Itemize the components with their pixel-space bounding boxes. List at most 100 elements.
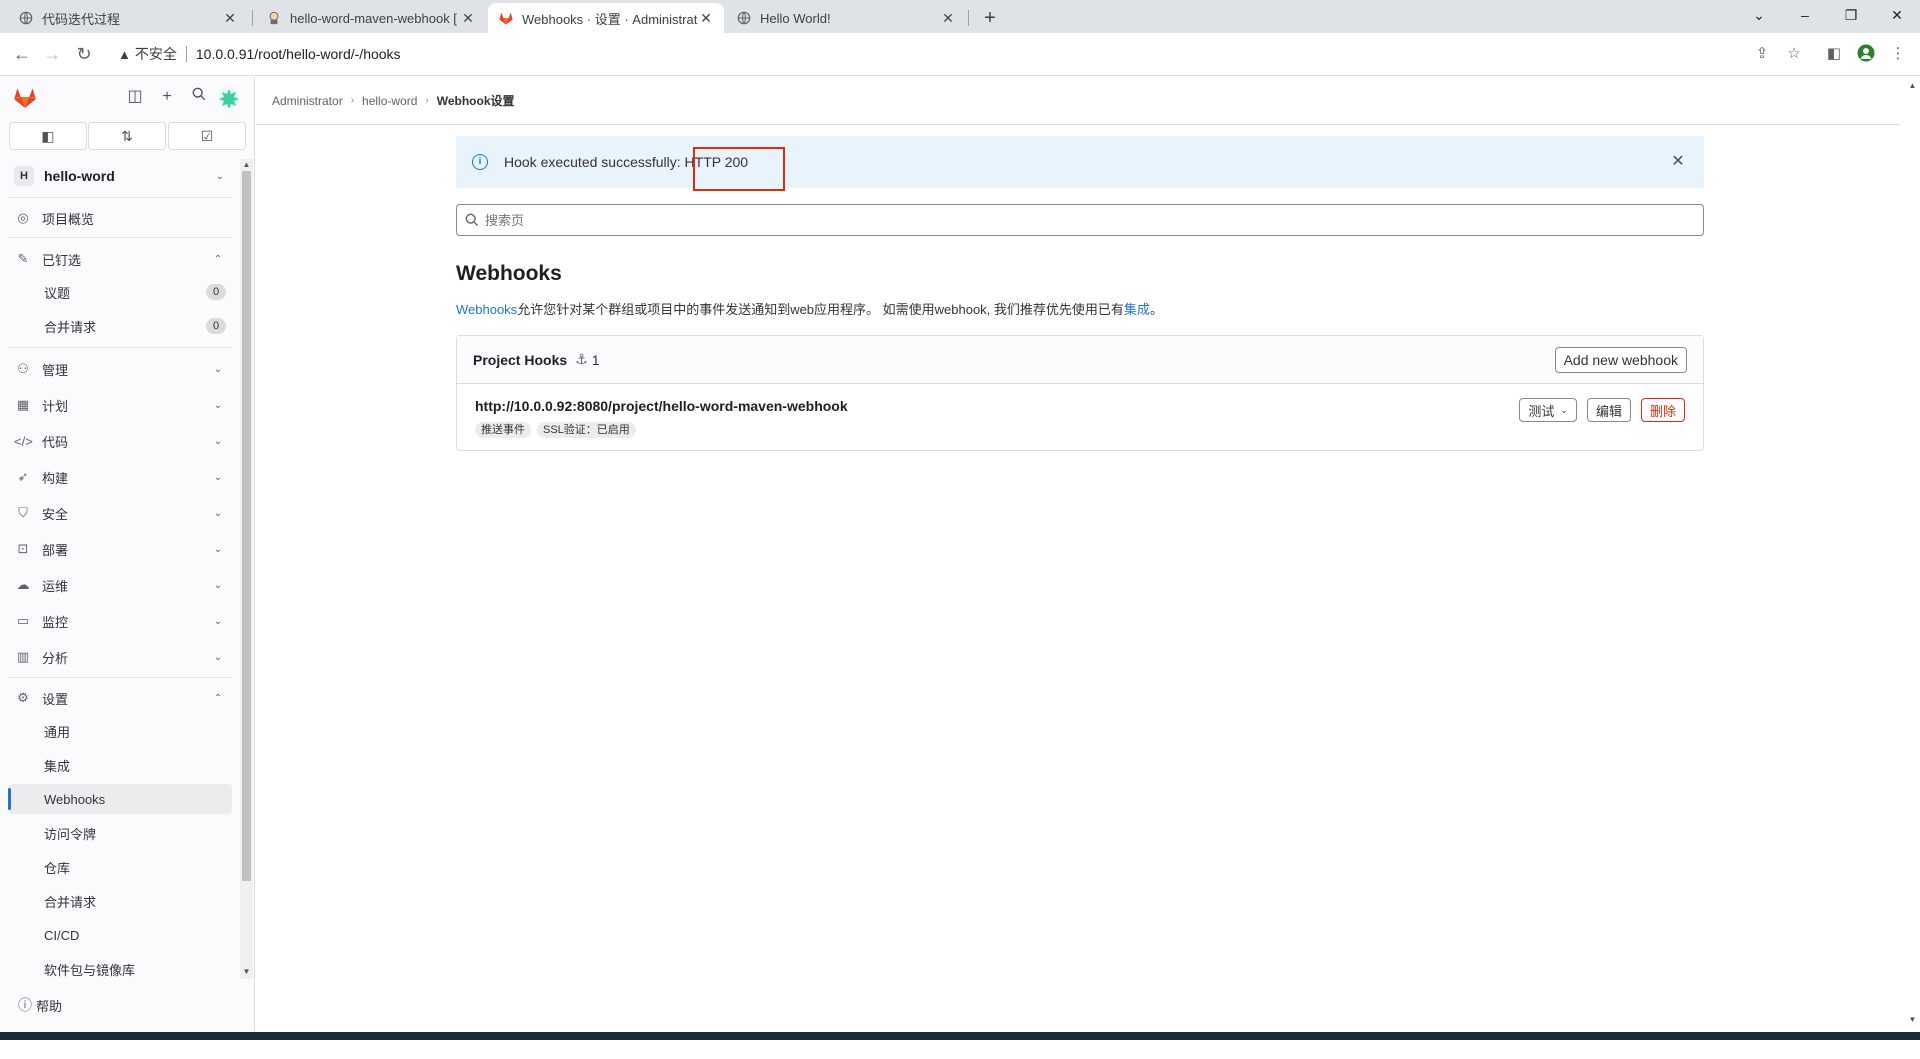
webhook-row: http://10.0.0.92:8080/project/hello-word… [457,384,1703,450]
sidebar-item-pinned-merge-requests[interactable]: 合并请求 0 [8,311,232,341]
browser-tab-3[interactable]: Webhooks · 设置 · Administrat ✕ [488,3,724,33]
breadcrumb-item[interactable]: hello-word [362,94,417,108]
delete-webhook-button[interactable]: 删除 [1640,398,1685,422]
tab-close-icon[interactable]: ✕ [940,10,956,27]
edit-webhook-button[interactable]: 编辑 [1586,398,1631,422]
breadcrumb: Administrator › hello-word › Webhook设置 [272,92,515,109]
sidebar-item-settings-access-tokens[interactable]: 访问令牌 [8,818,232,848]
sidebar-item-analyze[interactable]: ▥ 分析 ⌄ [8,641,232,673]
window-close-icon[interactable]: ✕ [1874,0,1920,30]
restore-icon[interactable]: ❐ [1828,0,1874,30]
tab-close-icon[interactable]: ✕ [460,10,476,27]
url-text[interactable]: 10.0.0.91/root/hello-word/-/hooks [196,46,401,62]
globe-icon [736,10,752,26]
address-bar: ← → ↻ ▲ 不安全 10.0.0.91/root/hello-word/-/… [0,33,1920,76]
browser-tab-4[interactable]: Hello World! ✕ [726,3,966,33]
toggle-sidebar-icon[interactable]: ◫ [124,86,146,108]
warning-icon[interactable]: ▲ [118,47,131,62]
gitlab-logo-icon[interactable] [12,84,38,110]
sidebar-item-label: Webhooks [44,791,106,807]
sidebar-item-settings-merge-requests[interactable]: 合并请求 [8,886,232,916]
integrations-link[interactable]: 集成 [1124,302,1150,317]
page-description: Webhooks允许您针对某个群组或项目中的事件发送通知到web应用程序。 如需… [456,299,1163,318]
sidebar-nav: H hello-word ⌄ ◎ 项目概览 ✎ 已钉选 ⌃ 议题 0 合并请求 … [0,159,237,1059]
scroll-up-icon[interactable]: ▲ [242,160,251,170]
sidebar-item-project-overview[interactable]: ◎ 项目概览 [8,202,232,234]
tab-close-icon[interactable]: ✕ [698,10,714,27]
sidebar-item-settings-packages[interactable]: 软件包与镜像库 [8,954,232,984]
sidebar-scrollbar-thumb[interactable] [242,171,251,881]
scroll-down-icon[interactable]: ▼ [242,967,251,977]
sidebar-divider [8,347,232,348]
sidebar-item-label: 仓库 [44,860,71,876]
sidebar-item-settings[interactable]: ⚙ 设置 ⌃ [8,682,232,714]
search-input[interactable] [485,212,1703,228]
trigger-badge: 推送事件 [475,422,531,438]
new-tab-button[interactable]: + [976,5,1004,31]
sidebar-item-deploy[interactable]: ⊡ 部署 ⌄ [8,533,232,565]
side-panel-icon[interactable]: ◧ [1824,44,1844,64]
scroll-down-icon[interactable]: ▼ [1908,1015,1917,1025]
sidebar-item-build[interactable]: ➶ 构建 ⌄ [8,461,232,493]
sidebar-item-operate[interactable]: ☁ 运维 ⌄ [8,569,232,601]
sidebar-item-monitor[interactable]: ▭ 监控 ⌄ [8,605,232,637]
scroll-up-icon[interactable]: ▲ [1908,81,1917,91]
help-icon: ⓘ [18,997,32,1013]
close-icon[interactable]: ✕ [1668,152,1688,172]
sidebar-scrollbar[interactable]: ▲ ▼ [240,159,253,979]
hook-icon: ⚓ [575,351,588,367]
page-scrollbar[interactable]: ▲ ▼ [1904,77,1920,1032]
sidebar-item-settings-repository[interactable]: 仓库 [8,852,232,882]
sidebar-item-pinned-issues[interactable]: 议题 0 [8,277,232,307]
share-icon[interactable]: ⇪ [1752,44,1772,64]
breadcrumb-current[interactable]: Webhook设置 [437,92,515,109]
search-icon[interactable] [188,86,210,108]
test-webhook-dropdown[interactable]: 测试 ⌄ [1519,398,1577,422]
minimize-icon[interactable]: – [1782,0,1828,30]
sidebar-item-pinned[interactable]: ✎ 已钉选 ⌃ [8,243,232,275]
user-avatar-icon[interactable] [218,86,240,109]
chevron-down-icon: ⌄ [213,579,223,591]
back-icon[interactable]: ← [10,42,34,66]
sidebar-item-settings-general[interactable]: 通用 [8,716,232,746]
url-field[interactable]: ▲ 不安全 10.0.0.91/root/hello-word/-/hooks [108,39,1748,69]
create-new-icon[interactable]: + [156,86,178,108]
browser-tab-2[interactable]: hello-word-maven-webhook [ ✕ [256,3,486,33]
profile-avatar-icon[interactable] [1856,44,1876,64]
chevron-down-icon: ⌄ [213,435,223,447]
forward-icon[interactable]: → [40,42,64,66]
breadcrumb-item[interactable]: Administrator [272,94,343,108]
help-button[interactable]: ⓘ 帮助 [18,995,62,1015]
sidebar-item-plan[interactable]: ▦ 计划 ⌄ [8,389,232,421]
sidebar-item-code[interactable]: </> 代码 ⌄ [8,425,232,457]
todo-quick-button[interactable]: ☑ [168,122,246,150]
sidebar-item-label: 项目概览 [42,211,95,227]
sidebar-item-security[interactable]: ⛉ 安全 ⌄ [8,497,232,529]
reload-icon[interactable]: ↻ [72,42,96,66]
sidebar-item-settings-integrations[interactable]: 集成 [8,750,232,780]
security-label[interactable]: 不安全 [135,44,177,64]
webhooks-doc-link[interactable]: Webhooks [456,302,517,317]
merge-request-icon: ⇅ [121,128,133,144]
browser-menu-icon[interactable]: ⋮ [1888,44,1908,64]
add-new-webhook-button[interactable]: Add new webhook [1554,346,1687,373]
tab-close-icon[interactable]: ✕ [222,10,238,27]
sidebar: ◫ + ◧ ⇅ ☑ H hello-word ⌄ ◎ 项目概览 ✎ 已钉选 ⌃ … [0,77,255,1032]
search-field[interactable] [456,204,1704,236]
sidebar-item-label: 计划 [42,398,69,414]
sidebar-item-manage[interactable]: ⚇ 管理 ⌄ [8,353,232,385]
merge-requests-quick-button[interactable]: ⇅ [88,122,166,150]
tab-search-icon[interactable]: ⌄ [1736,0,1782,30]
sidebar-header: ◫ + [0,77,255,117]
sidebar-item-settings-cicd[interactable]: CI/CD [8,920,232,950]
sidebar-item-label: 合并请求 [44,319,97,335]
issues-quick-button[interactable]: ◧ [9,122,87,150]
browser-tab-bar: 代码迭代过程 ✕ hello-word-maven-webhook [ ✕ We… [0,0,1920,33]
search-icon [465,213,479,227]
browser-tab-1[interactable]: 代码迭代过程 ✕ [8,3,248,33]
sidebar-item-label: 议题 [44,285,71,301]
sidebar-item-settings-webhooks[interactable]: Webhooks [8,784,232,814]
hooks-count: 1 [591,351,600,368]
bookmark-star-icon[interactable]: ☆ [1784,44,1804,64]
project-switcher[interactable]: H hello-word ⌄ [8,159,232,193]
